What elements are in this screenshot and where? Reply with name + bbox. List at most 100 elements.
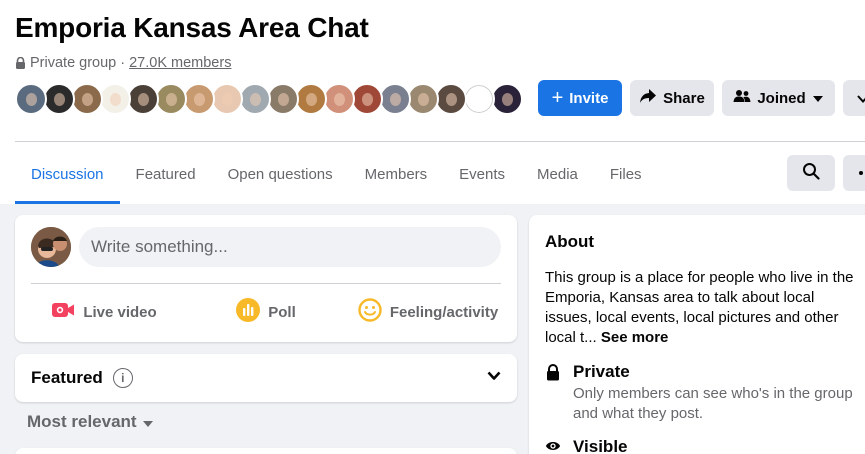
plus-icon: +	[551, 87, 564, 109]
private-title: Private	[573, 362, 630, 381]
featured-header: Featured i	[31, 368, 133, 388]
search-icon	[802, 162, 820, 185]
share-button[interactable]: Share	[630, 80, 714, 116]
avatar-face	[138, 93, 149, 106]
about-title: About	[545, 232, 595, 251]
avatar[interactable]	[71, 83, 103, 115]
people-icon	[733, 89, 751, 107]
tab-members[interactable]: Members	[349, 144, 444, 204]
composer-input[interactable]: Write something...	[79, 227, 501, 267]
group-header: Emporia Kansas Area Chat Private group ·…	[0, 0, 865, 204]
tab-featured[interactable]: Featured	[120, 144, 212, 204]
avatar-face	[502, 93, 513, 106]
private-info: Private Only members can see who's in th…	[545, 362, 853, 424]
chevron-down-icon[interactable]	[487, 368, 501, 386]
live-video-label: Live video	[83, 303, 157, 321]
meta-separator: ·	[120, 55, 126, 71]
search-button[interactable]	[787, 155, 835, 191]
avatar-logo[interactable]	[463, 83, 495, 115]
caret-down-icon	[812, 90, 824, 107]
invite-label: Invite	[569, 89, 609, 107]
avatar[interactable]	[407, 83, 439, 115]
more-options-button[interactable]	[843, 80, 865, 116]
invite-button[interactable]: + Invite	[538, 80, 622, 116]
group-title: Emporia Kansas Area Chat	[15, 12, 369, 43]
avatar-face	[334, 93, 345, 106]
feeling-label: Feeling/activity	[389, 303, 499, 321]
tabs-more-button[interactable]	[843, 155, 865, 191]
avatar[interactable]	[99, 83, 131, 115]
live-video-button[interactable]: Live video	[23, 292, 185, 332]
tab-files[interactable]: Files	[594, 144, 658, 204]
tab-events[interactable]: Events	[443, 144, 521, 204]
avatar[interactable]	[267, 83, 299, 115]
header-divider	[15, 141, 865, 142]
private-description: Only members can see who's in the group …	[573, 385, 853, 422]
tab-media[interactable]: Media	[521, 144, 594, 204]
post-card	[15, 448, 517, 454]
visible-title: Visible	[573, 437, 628, 454]
share-label: Share	[663, 89, 705, 107]
featured-title: Featured	[31, 368, 103, 387]
avatar[interactable]	[351, 83, 383, 115]
members-link[interactable]: 27.0K members	[129, 55, 231, 71]
caret-down-icon	[142, 412, 153, 432]
avatar-face	[362, 93, 373, 106]
info-icon[interactable]: i	[112, 368, 133, 388]
avatar-face	[278, 93, 289, 106]
privacy-label: Private group	[30, 55, 117, 71]
visible-info: Visible	[545, 437, 628, 454]
eye-icon	[545, 437, 561, 454]
avatar-face	[194, 93, 205, 106]
about-card: About This group is a place for people w…	[529, 215, 865, 454]
tab-open-questions[interactable]: Open questions	[212, 144, 349, 204]
post-composer: Write something... Live video Poll Feeli…	[15, 215, 517, 342]
composer-placeholder: Write something...	[91, 237, 228, 256]
avatar[interactable]	[15, 83, 47, 115]
avatar[interactable]	[295, 83, 327, 115]
group-tabs: Discussion Featured Open questions Members E…	[15, 144, 658, 204]
avatar[interactable]	[323, 83, 355, 115]
joined-label: Joined	[757, 89, 806, 107]
avatar[interactable]	[239, 83, 271, 115]
avatar[interactable]	[211, 83, 243, 115]
about-description-text: This group is a place for people who liv…	[545, 269, 854, 346]
avatar[interactable]	[31, 227, 71, 267]
tab-discussion[interactable]: Discussion	[15, 144, 120, 204]
avatar-face	[82, 93, 93, 106]
avatar[interactable]	[491, 83, 523, 115]
featured-section[interactable]: Featured i	[15, 354, 517, 402]
avatar[interactable]	[155, 83, 187, 115]
joined-button[interactable]: Joined	[722, 80, 835, 116]
poll-label: Poll	[268, 303, 296, 321]
avatar-face	[250, 93, 261, 106]
sort-dropdown[interactable]: Most relevant	[27, 412, 153, 432]
see-more-link[interactable]: See more	[601, 329, 669, 346]
video-camera-icon	[51, 301, 75, 323]
avatar[interactable]	[127, 83, 159, 115]
avatar[interactable]	[435, 83, 467, 115]
more-dots-icon	[859, 171, 863, 175]
avatar-face	[54, 93, 65, 106]
composer-actions: Live video Poll Feeling/activity	[23, 292, 509, 332]
avatar[interactable]	[183, 83, 215, 115]
avatar[interactable]	[379, 83, 411, 115]
avatar-face	[306, 93, 317, 106]
poll-icon	[236, 298, 261, 326]
composer-divider	[31, 283, 501, 284]
chevron-down-icon	[857, 90, 865, 107]
lock-icon	[15, 56, 26, 69]
avatar-face	[418, 93, 429, 106]
poll-button[interactable]: Poll	[185, 292, 347, 332]
member-avatars[interactable]	[15, 83, 523, 115]
sort-label: Most relevant	[27, 412, 137, 431]
feeling-activity-button[interactable]: Feeling/activity	[347, 292, 509, 332]
lock-icon	[545, 362, 561, 382]
avatar[interactable]	[43, 83, 75, 115]
avatar-face	[222, 93, 233, 106]
share-icon	[639, 88, 657, 108]
smiley-icon	[358, 298, 382, 326]
avatar-face	[446, 93, 457, 106]
about-description: This group is a place for people who liv…	[545, 268, 865, 348]
avatar-face	[390, 93, 401, 106]
